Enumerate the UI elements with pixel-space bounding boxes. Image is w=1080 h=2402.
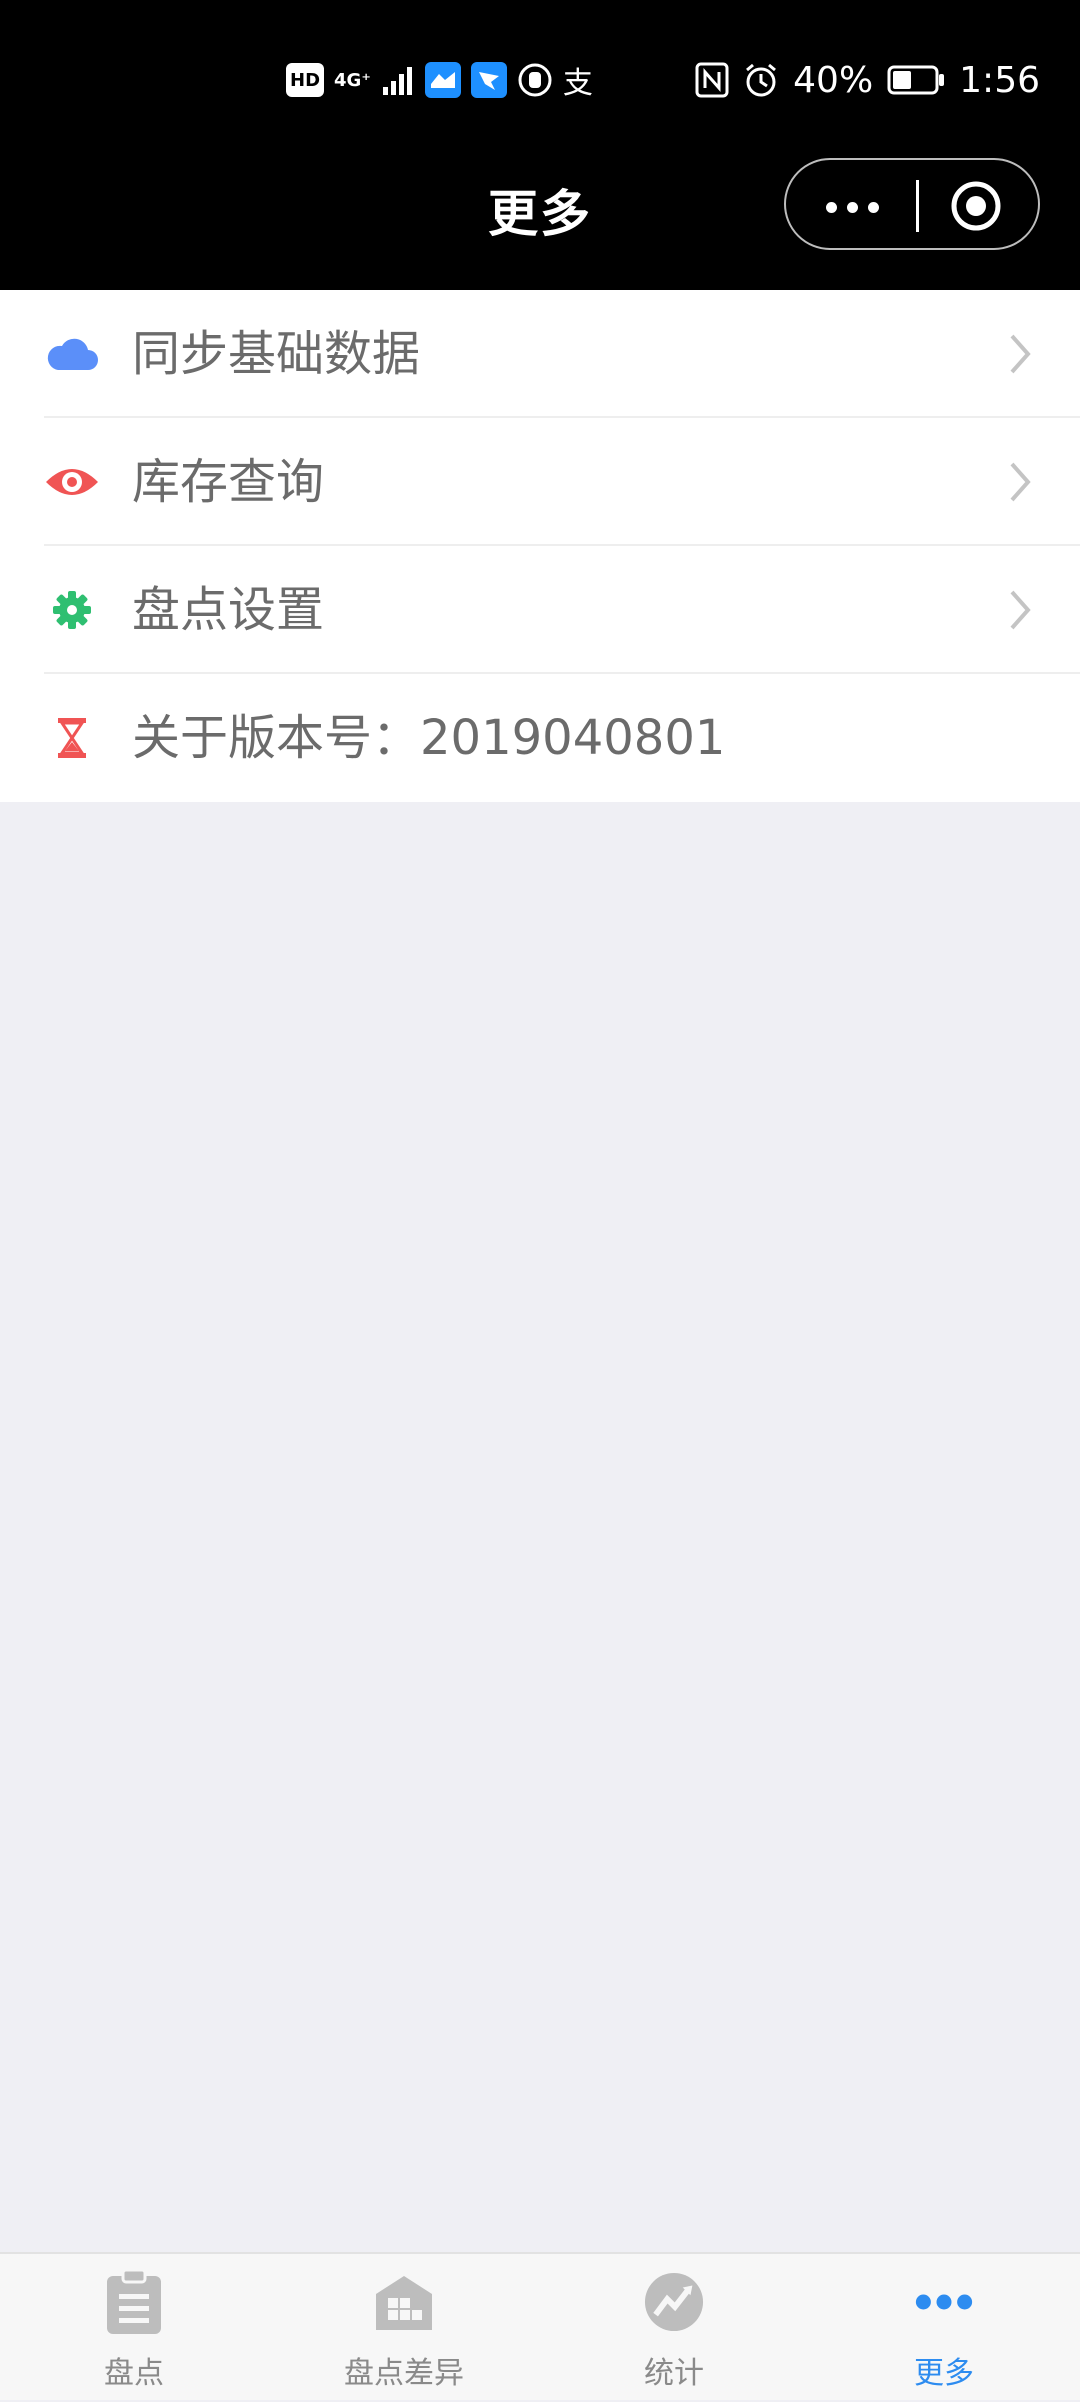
chevron-right-icon <box>1010 590 1031 630</box>
clock-time: 1:56 <box>959 59 1040 101</box>
battery-icon <box>887 65 945 95</box>
tab-more[interactable]: 更多 <box>844 2254 1044 2402</box>
close-miniprogram-button[interactable] <box>950 180 1002 232</box>
network-type: 4G⁺ <box>334 69 371 91</box>
tab-label: 更多 <box>914 2356 974 2391</box>
tab-label: 统计 <box>644 2356 704 2391</box>
battery-percent: 40% <box>793 59 874 101</box>
eye-icon <box>44 454 100 510</box>
warehouse-icon <box>374 2270 434 2334</box>
cloud-icon <box>44 326 100 382</box>
chevron-right-icon <box>1010 462 1031 502</box>
alipay-icon: 支 <box>562 66 593 101</box>
dingtalk-icon <box>470 62 507 98</box>
trend-icon <box>644 2270 704 2334</box>
navigation-bar: 更多 <box>0 156 1080 290</box>
signal-icon <box>382 67 412 95</box>
menu-item-sync-data[interactable]: 同步基础数据 <box>0 290 1080 418</box>
alarm-icon <box>746 63 777 97</box>
hand-icon <box>518 63 552 97</box>
tab-inventory[interactable]: 盘点 <box>34 2254 234 2402</box>
more-dots-icon <box>914 2270 974 2334</box>
status-icons-right: 40% 1:56 <box>695 50 1040 110</box>
menu-item-label: 盘点设置 <box>132 582 325 638</box>
menu-item-stock-query[interactable]: 库存查询 <box>0 418 1080 546</box>
tab-statistics[interactable]: 统计 <box>574 2254 774 2402</box>
menu-item-inventory-settings[interactable]: 盘点设置 <box>0 546 1080 674</box>
status-bar: HD 4G⁺ 支 40% 1:56 <box>0 0 1080 156</box>
tab-label: 盘点 <box>104 2356 164 2391</box>
gear-icon <box>44 582 100 638</box>
app-notification-icon <box>424 62 461 98</box>
version-text: 关于版本号：2019040801 <box>132 710 726 766</box>
menu-item-label: 同步基础数据 <box>132 326 421 382</box>
chevron-right-icon <box>1010 334 1031 374</box>
menu-item-about-version: 关于版本号：2019040801 <box>0 674 1080 802</box>
bottom-tab-bar: 盘点 盘点差异 统计 更多 <box>0 2252 1080 2400</box>
settings-menu: 同步基础数据 库存查询 盘点设置 关于版本号：2019040801 <box>0 290 1080 802</box>
nfc-icon <box>695 62 729 98</box>
menu-item-label: 库存查询 <box>132 454 325 510</box>
tab-inventory-difference[interactable]: 盘点差异 <box>304 2254 504 2402</box>
status-icons-left: HD 4G⁺ 支 <box>286 58 593 102</box>
capsule-divider <box>916 180 919 232</box>
more-menu-button[interactable] <box>826 202 879 213</box>
tab-label: 盘点差异 <box>344 2356 464 2391</box>
hd-badge: HD <box>286 63 325 97</box>
miniprogram-capsule <box>784 158 1040 250</box>
hourglass-icon <box>44 710 100 766</box>
clipboard-icon <box>104 2270 164 2334</box>
